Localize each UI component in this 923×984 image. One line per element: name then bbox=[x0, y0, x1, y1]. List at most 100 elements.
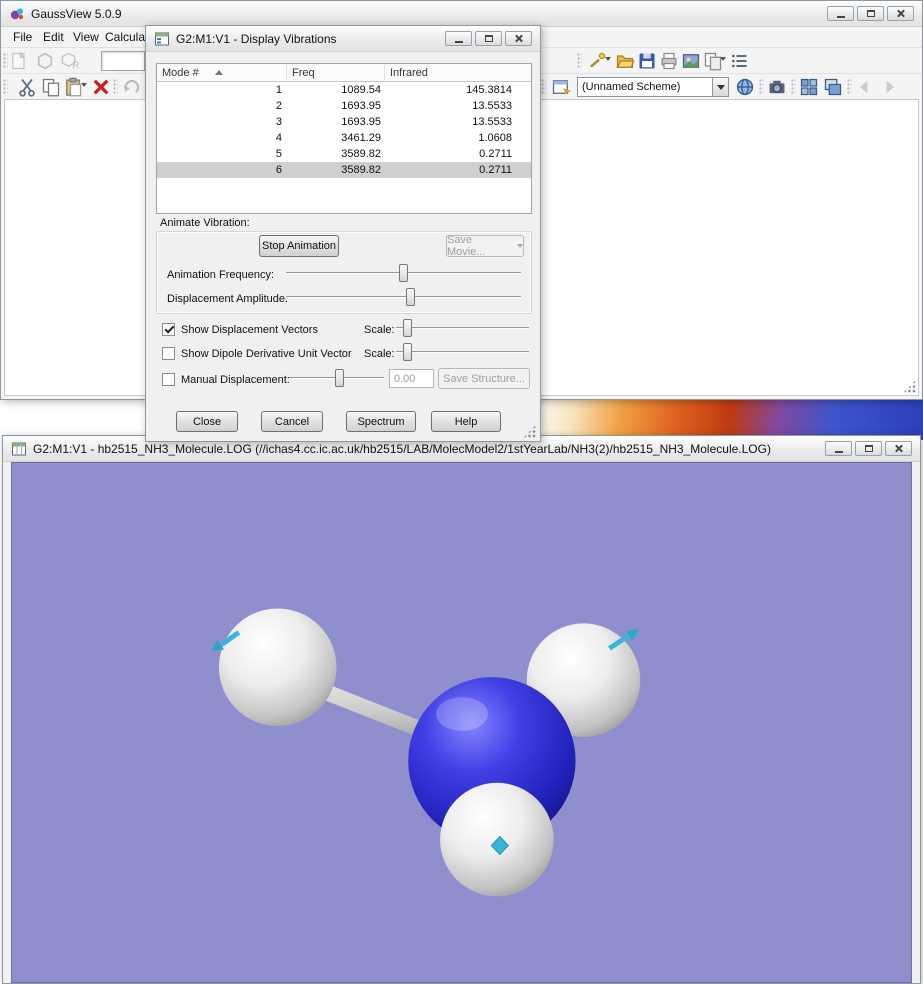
minimize-button[interactable] bbox=[827, 6, 854, 21]
infrared-cell: 0.2711 bbox=[479, 148, 512, 160]
manual-displacement-checkbox[interactable] bbox=[162, 373, 175, 386]
menu-edit[interactable]: Edit bbox=[39, 27, 68, 47]
manual-displacement-input[interactable]: 0.00 bbox=[389, 369, 434, 388]
toolbar-drag-handle[interactable] bbox=[3, 79, 8, 95]
close-dialog-button[interactable]: Close bbox=[176, 411, 238, 432]
mode-row[interactable]: 5 3589.82 0.2711 bbox=[157, 146, 531, 162]
scheme-combobox[interactable]: (Unnamed Scheme) bbox=[577, 77, 729, 97]
maximize-button[interactable] bbox=[857, 6, 884, 21]
menu-file[interactable]: File bbox=[9, 27, 36, 47]
minimize-icon bbox=[836, 16, 845, 18]
paste-icon[interactable] bbox=[63, 77, 83, 97]
close-button[interactable] bbox=[887, 6, 914, 21]
spectrum-button[interactable]: Spectrum bbox=[346, 411, 416, 432]
maximize-icon bbox=[864, 445, 873, 452]
next-view-icon[interactable] bbox=[879, 77, 899, 97]
minimize-button[interactable] bbox=[825, 441, 852, 456]
dipole-scale-slider[interactable] bbox=[396, 343, 529, 361]
column-header-mode[interactable]: Mode # bbox=[157, 64, 287, 81]
close-button[interactable] bbox=[505, 31, 532, 46]
column-header-freq[interactable]: Freq bbox=[287, 64, 385, 81]
atom-hydrogen-1[interactable] bbox=[218, 608, 337, 726]
toolbar-drag-handle[interactable] bbox=[541, 79, 546, 95]
molecule-viewport[interactable] bbox=[11, 462, 912, 983]
freq-cell: 3589.82 bbox=[341, 164, 381, 176]
minimize-icon bbox=[834, 451, 843, 453]
paste-dropdown-icon[interactable] bbox=[81, 83, 87, 87]
print-icon[interactable] bbox=[659, 51, 679, 71]
menu-view[interactable]: View bbox=[69, 27, 103, 47]
slider-thumb[interactable] bbox=[402, 343, 412, 361]
cut-icon[interactable] bbox=[17, 77, 37, 97]
rgroup-fragment-icon[interactable]: R bbox=[61, 51, 81, 71]
apply-scheme-icon[interactable] bbox=[735, 77, 755, 97]
show-dipole-derivative-checkbox[interactable] bbox=[162, 347, 175, 360]
save-structure-button[interactable]: Save Structure... bbox=[438, 368, 530, 389]
maximize-button[interactable] bbox=[855, 441, 882, 456]
slider-track[interactable] bbox=[396, 351, 529, 353]
close-button[interactable] bbox=[885, 441, 912, 456]
new-document-icon[interactable] bbox=[9, 51, 29, 71]
cancel-button[interactable]: Cancel bbox=[261, 411, 323, 432]
scheme-table-icon[interactable] bbox=[551, 77, 571, 97]
open-file-icon[interactable] bbox=[615, 51, 635, 71]
mode-row-selected[interactable]: 6 3589.82 0.2711 bbox=[157, 162, 531, 178]
main-titlebar[interactable]: GaussView 5.0.9 bbox=[1, 1, 922, 27]
maximize-button[interactable] bbox=[475, 31, 502, 46]
toolbar-drag-handle[interactable] bbox=[791, 79, 796, 95]
ring-fragment-icon[interactable] bbox=[35, 51, 55, 71]
freq-cell: 3589.82 bbox=[341, 148, 381, 160]
copy-icon[interactable] bbox=[41, 77, 61, 97]
builder-dropdown-icon[interactable] bbox=[605, 57, 611, 61]
show-displacement-vectors-label: Show Displacement Vectors bbox=[181, 324, 318, 336]
displacement-amplitude-slider[interactable] bbox=[286, 288, 521, 306]
toolbar-drag-handle[interactable] bbox=[577, 53, 582, 69]
resize-grip[interactable] bbox=[523, 425, 536, 438]
button-label: Spectrum bbox=[357, 415, 405, 428]
save-file-icon[interactable] bbox=[637, 51, 657, 71]
vibrations-dialog-icon bbox=[154, 31, 170, 47]
button-label: Save Movie... bbox=[447, 234, 486, 258]
toolbar-drag-handle[interactable] bbox=[759, 79, 764, 95]
minimize-button[interactable] bbox=[445, 31, 472, 46]
vector-scale-slider[interactable] bbox=[396, 319, 529, 337]
undo-icon[interactable] bbox=[121, 77, 141, 97]
builder-wand-icon[interactable] bbox=[587, 51, 607, 71]
slider-track[interactable] bbox=[286, 296, 521, 298]
slider-thumb[interactable] bbox=[402, 319, 412, 337]
list-view-icon[interactable] bbox=[729, 51, 749, 71]
previous-view-icon[interactable] bbox=[855, 77, 875, 97]
mode-row[interactable]: 4 3461.29 1.0608 bbox=[157, 130, 531, 146]
close-icon bbox=[514, 34, 523, 43]
toolbar-drag-handle[interactable] bbox=[3, 53, 8, 69]
cascade-windows-icon[interactable] bbox=[823, 77, 843, 97]
molecule-canvas[interactable] bbox=[12, 463, 911, 982]
save-movie-button[interactable]: Save Movie... bbox=[446, 234, 524, 258]
manual-displacement-slider[interactable] bbox=[289, 369, 384, 387]
input-value: 0.00 bbox=[394, 372, 416, 385]
delete-icon[interactable] bbox=[91, 77, 111, 97]
animation-frequency-slider[interactable] bbox=[286, 264, 521, 282]
slider-thumb[interactable] bbox=[334, 369, 344, 387]
mode-row[interactable]: 2 1693.95 13.5533 bbox=[157, 98, 531, 114]
chevron-down-icon[interactable] bbox=[712, 77, 729, 97]
slider-thumb[interactable] bbox=[405, 288, 415, 306]
toolbar-drag-handle[interactable] bbox=[847, 79, 852, 95]
mode-row[interactable]: 1 1089.54 145.3814 bbox=[157, 82, 531, 98]
specular-highlight bbox=[436, 697, 488, 731]
copy-settings-icon[interactable] bbox=[703, 51, 723, 71]
slider-track[interactable] bbox=[396, 327, 529, 329]
toolbar-drag-handle[interactable] bbox=[113, 79, 118, 95]
column-header-infrared[interactable]: Infrared bbox=[385, 64, 531, 81]
mode-row[interactable]: 3 1693.95 13.5533 bbox=[157, 114, 531, 130]
stop-animation-button[interactable]: Stop Animation bbox=[259, 235, 339, 257]
copy-settings-dropdown-icon[interactable] bbox=[720, 57, 726, 61]
slider-thumb[interactable] bbox=[398, 264, 408, 282]
help-button[interactable]: Help bbox=[431, 411, 501, 432]
show-displacement-vectors-checkbox[interactable] bbox=[162, 323, 175, 336]
tile-windows-icon[interactable] bbox=[799, 77, 819, 97]
view-settings-icon[interactable] bbox=[767, 77, 787, 97]
dialog-titlebar[interactable]: G2:M1:V1 - Display Vibrations bbox=[146, 26, 540, 52]
fragment-value-field[interactable] bbox=[101, 51, 145, 71]
save-image-icon[interactable] bbox=[681, 51, 701, 71]
